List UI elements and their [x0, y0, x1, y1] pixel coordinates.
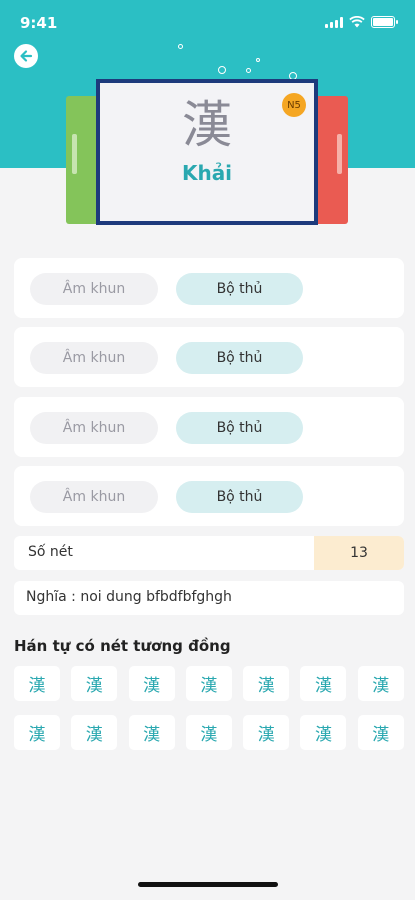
- similar-kanji-item[interactable]: 漢: [300, 715, 347, 750]
- similar-kanji-item[interactable]: 漢: [357, 715, 404, 750]
- decor-bubble: [256, 58, 260, 62]
- similar-kanji-item[interactable]: 漢: [243, 666, 290, 701]
- stroke-count-value: 13: [314, 536, 404, 570]
- on-reading-pill[interactable]: Âm khun: [30, 481, 158, 513]
- similar-kanji-item[interactable]: 漢: [71, 666, 118, 701]
- radical-pill[interactable]: Bộ thủ: [176, 342, 303, 374]
- back-button[interactable]: [14, 44, 38, 68]
- similar-kanji-item[interactable]: 漢: [128, 715, 175, 750]
- similar-kanji-item[interactable]: 漢: [243, 715, 290, 750]
- book-left-decoration: [66, 96, 96, 224]
- similar-kanji-item[interactable]: 漢: [185, 666, 232, 701]
- stroke-count-label: Số nét: [28, 544, 73, 560]
- reading-row: Âm khun Bộ thủ: [14, 258, 404, 318]
- similar-kanji-item[interactable]: 漢: [128, 666, 175, 701]
- reading-row: Âm khun Bộ thủ: [14, 327, 404, 387]
- similar-kanji-title: Hán tự có nét tương đồng: [14, 637, 231, 655]
- similar-kanji-item[interactable]: 漢: [185, 715, 232, 750]
- on-reading-pill[interactable]: Âm khun: [30, 342, 158, 374]
- battery-icon: [371, 16, 398, 28]
- on-reading-pill[interactable]: Âm khun: [30, 412, 158, 444]
- arrow-left-icon: [20, 50, 33, 62]
- meaning-text: Nghĩa : noi dung bfbdfbfghgh: [26, 589, 232, 605]
- radical-pill[interactable]: Bộ thủ: [176, 412, 303, 444]
- kanji-reading: Khải: [181, 161, 233, 185]
- kanji-card: 漢 Khải N5: [96, 79, 318, 225]
- meaning-row: Nghĩa : noi dung bfbdfbfghgh: [14, 581, 404, 615]
- level-badge: N5: [282, 93, 306, 117]
- similar-kanji-item[interactable]: 漢: [300, 666, 347, 701]
- similar-kanji-grid: 漢 漢 漢 漢 漢 漢 漢 漢 漢 漢 漢 漢 漢 漢: [14, 666, 404, 750]
- status-time: 9:41: [20, 14, 58, 32]
- similar-kanji-item[interactable]: 漢: [14, 715, 60, 750]
- wifi-icon: [349, 16, 365, 28]
- radical-pill[interactable]: Bộ thủ: [176, 481, 303, 513]
- reading-row: Âm khun Bộ thủ: [14, 397, 404, 457]
- on-reading-pill[interactable]: Âm khun: [30, 273, 158, 305]
- decor-bubble: [246, 68, 251, 73]
- cellular-signal-icon: [325, 16, 343, 28]
- similar-kanji-item[interactable]: 漢: [14, 666, 60, 701]
- reading-row: Âm khun Bộ thủ: [14, 466, 404, 526]
- decor-bubble: [178, 44, 183, 49]
- home-indicator: [138, 882, 278, 887]
- similar-kanji-item[interactable]: 漢: [71, 715, 118, 750]
- kanji-character: 漢: [182, 96, 232, 154]
- status-icons: [325, 16, 398, 28]
- radical-pill[interactable]: Bộ thủ: [176, 273, 303, 305]
- stroke-count-row: Số nét 13: [14, 536, 404, 570]
- book-right-decoration: [318, 96, 348, 224]
- similar-kanji-item[interactable]: 漢: [357, 666, 404, 701]
- decor-bubble: [218, 66, 226, 74]
